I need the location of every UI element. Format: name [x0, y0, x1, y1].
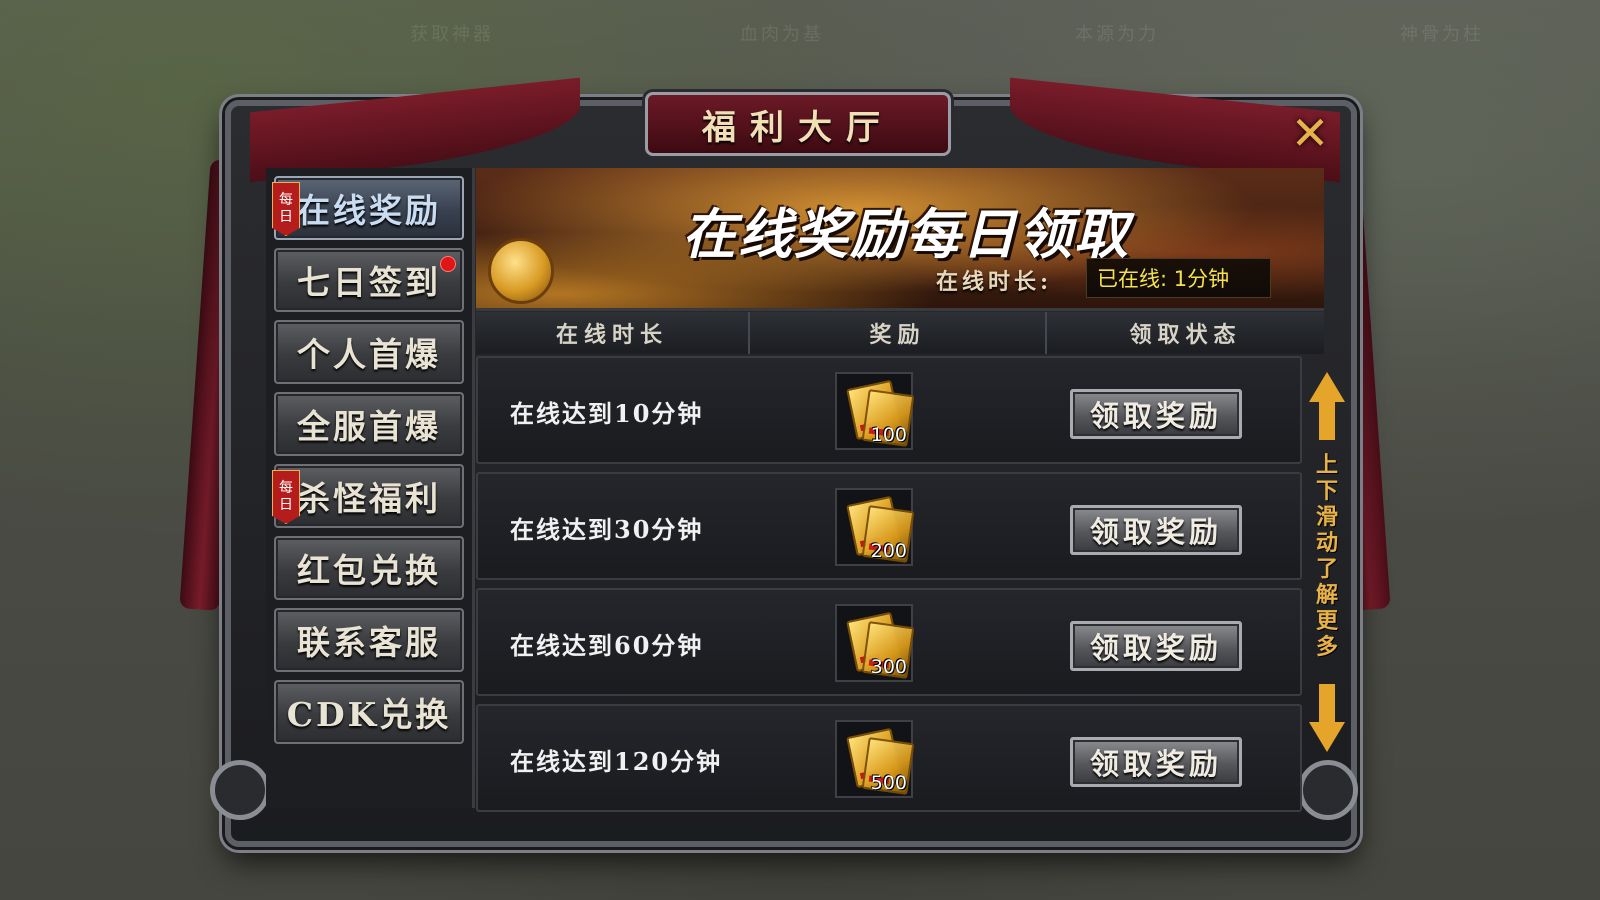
reward-condition: 在线达到10分钟: [510, 399, 704, 428]
nav-label: 七日签到: [297, 263, 441, 302]
claim-reward-button[interactable]: 领取奖励: [1070, 737, 1242, 787]
column-header-reward: 奖励: [750, 312, 1047, 354]
online-duration-value: 已在线: 1分钟: [1086, 258, 1271, 298]
reward-table-header: 在线时长 奖励 领取状态: [476, 312, 1324, 354]
reward-quantity: 300: [870, 656, 907, 678]
daily-badge: 每日: [272, 470, 300, 524]
daily-badge: 每日: [272, 182, 300, 236]
reward-item-slot[interactable]: 200: [835, 488, 915, 566]
reward-condition: 在线达到60分钟: [510, 631, 704, 660]
online-duration-text: 已在线: 1分钟: [1097, 267, 1230, 291]
nav-item-monster-kill-welfare[interactable]: 每日 杀怪福利: [272, 464, 464, 528]
gold-coin-icon: [488, 238, 554, 304]
nav-item-red-packet-exchange[interactable]: 红包兑换: [274, 536, 464, 600]
claim-reward-button[interactable]: 领取奖励: [1070, 389, 1242, 439]
nav-item-personal-first-drop[interactable]: 个人首爆: [274, 320, 464, 384]
scroll-hint[interactable]: 上下滑动了解更多: [1305, 372, 1349, 752]
claim-reward-label: 领取奖励: [1089, 747, 1222, 781]
claim-reward-label: 领取奖励: [1089, 515, 1222, 549]
column-header-duration: 在线时长: [476, 312, 750, 354]
background-label-4: 神骨为柱: [1400, 24, 1484, 45]
background-label-1: 获取神器: [410, 24, 494, 45]
notification-dot-icon: [440, 256, 456, 272]
reward-row: 在线达到60分钟 300 领取奖励: [476, 588, 1302, 696]
reward-item-slot[interactable]: 500: [835, 720, 915, 798]
nav-label: 联系客服: [297, 623, 441, 662]
reward-quantity: 100: [870, 424, 907, 446]
corner-ornament-bottom-left: [210, 760, 270, 820]
reward-quantity: 200: [870, 540, 907, 562]
reward-item-slot[interactable]: 300: [835, 604, 915, 682]
scroll-hint-text: 上下滑动了解更多: [1315, 452, 1338, 660]
panel-title: 福利大厅: [702, 107, 894, 148]
nav-item-cdk-exchange[interactable]: CDK兑换: [274, 680, 464, 744]
nav-label: 全服首爆: [297, 407, 441, 446]
online-reward-banner: 在线奖励每日领取 在线时长: 已在线: 1分钟: [476, 168, 1324, 311]
reward-row: 在线达到120分钟 500 领取奖励: [476, 704, 1302, 812]
arrow-down-shaft: [1319, 684, 1335, 724]
background-label-3: 本源为力: [1075, 24, 1159, 45]
title-plate: 福利大厅: [645, 92, 951, 156]
arrow-up-shaft: [1319, 400, 1335, 440]
nav-item-seven-day-signin[interactable]: 七日签到: [274, 248, 464, 312]
reward-condition: 在线达到120分钟: [510, 747, 723, 776]
arrow-down-icon: [1309, 722, 1345, 752]
nav-item-server-first-drop[interactable]: 全服首爆: [274, 392, 464, 456]
arrow-up-icon: [1309, 372, 1345, 402]
background-label-2: 血肉为基: [740, 24, 824, 45]
reward-condition: 在线达到30分钟: [510, 515, 704, 544]
nav-label: 在线奖励: [297, 191, 441, 230]
claim-reward-button[interactable]: 领取奖励: [1070, 505, 1242, 555]
nav-label: 个人首爆: [297, 335, 441, 374]
reward-quantity: 500: [870, 772, 907, 794]
reward-row: 在线达到30分钟 200 领取奖励: [476, 472, 1302, 580]
nav-label: CDK兑换: [286, 695, 452, 734]
close-icon: ✕: [1290, 106, 1330, 160]
nav-item-contact-support[interactable]: 联系客服: [274, 608, 464, 672]
nav-label: 红包兑换: [297, 551, 441, 590]
sidebar-nav: 每日 在线奖励 七日签到 个人首爆 全服首爆 每日 杀怪福利 红包兑换 联系客服…: [266, 168, 475, 808]
online-duration-label: 在线时长:: [936, 269, 1053, 295]
reward-item-slot[interactable]: 100: [835, 372, 915, 450]
nav-item-online-reward[interactable]: 每日 在线奖励: [272, 176, 464, 240]
reward-row: 在线达到10分钟 100 领取奖励: [476, 356, 1302, 464]
close-button[interactable]: ✕: [1287, 110, 1333, 156]
claim-reward-button[interactable]: 领取奖励: [1070, 621, 1242, 671]
reward-list: 在线达到10分钟 100 领取奖励 在线达到30分钟 200 领取奖励 在线达到…: [476, 356, 1324, 812]
claim-reward-label: 领取奖励: [1089, 399, 1222, 433]
column-header-status: 领取状态: [1047, 312, 1324, 354]
claim-reward-label: 领取奖励: [1089, 631, 1222, 665]
nav-label: 杀怪福利: [297, 479, 441, 518]
